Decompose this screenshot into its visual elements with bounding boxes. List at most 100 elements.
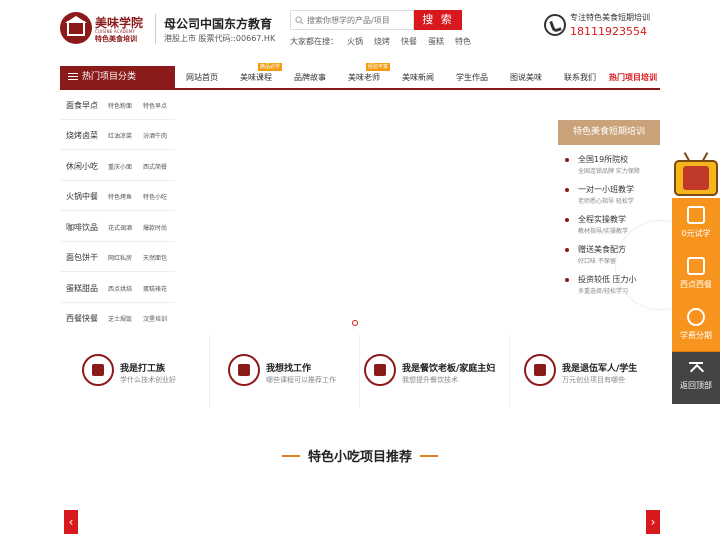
intent-card[interactable]: 我是退伍军人/学生 万元创业项目有哪些	[510, 334, 660, 408]
nav-item-courses[interactable]: 精品必学 美味课程	[240, 63, 283, 83]
calendar-icon	[687, 257, 705, 275]
sidebar-subcategory[interactable]: 西点烘焙	[108, 284, 132, 293]
hot-search-term[interactable]: 快餐	[401, 36, 417, 47]
sidebar-subcategory[interactable]: 特色早点	[143, 101, 167, 110]
nav-item-teachers[interactable]: 经验丰富 美味老师	[348, 63, 391, 83]
feature-subtitle: 好口味 不保留	[578, 258, 616, 265]
nav-item-news[interactable]: 美味新闻	[402, 72, 434, 83]
sidebar-row: 西餐快餐 芝士焗饭 汉堡培训	[60, 303, 175, 333]
feature-subtitle: 教材指导/实操教学	[578, 228, 629, 235]
search-input[interactable]	[307, 12, 411, 28]
nav-item-home[interactable]: 网站首页	[186, 72, 218, 83]
sidebar-category[interactable]: 蛋糕甜品	[66, 283, 98, 294]
intent-subtitle: 万元创业项目有哪些	[562, 376, 625, 384]
free-trial-button[interactable]: 0元试学	[672, 198, 720, 250]
intent-title: 我是退伍军人/学生	[562, 364, 638, 374]
sidebar-subcategory[interactable]: 特色烤鱼	[108, 192, 132, 201]
hot-search-term[interactable]: 烧烤	[374, 36, 390, 47]
intent-card[interactable]: 我是打工族 学什么技术创业好	[60, 334, 210, 408]
bullet-icon	[565, 218, 569, 222]
sidebar-row: 面食早点 特色粉面 特色早点	[60, 90, 175, 120]
sidebar-subcategory[interactable]: 西式简餐	[143, 162, 167, 171]
sidebar-category[interactable]: 面食早点	[66, 100, 98, 111]
hot-search-term[interactable]: 蛋糕	[428, 36, 444, 47]
feature-title: 全程实操教学	[578, 215, 626, 224]
site-logo[interactable]: 美味学院 CUISINE ACADEMY 特色美食培训	[60, 12, 150, 46]
soldier-icon	[524, 354, 556, 386]
hot-search-term[interactable]: 特色	[455, 36, 471, 47]
menu-icon	[68, 73, 78, 80]
sidebar-subcategory[interactable]: 蛋糕裱花	[143, 284, 167, 293]
nav-item-brand-story[interactable]: 品牌故事	[294, 72, 326, 83]
sidebar-subcategory[interactable]: 网红私房	[108, 253, 132, 262]
nav-item-contact[interactable]: 联系我们	[564, 72, 596, 83]
bullet-icon	[565, 158, 569, 162]
installment-button[interactable]: 学费分期	[672, 300, 720, 352]
feature-subtitle: 全国连锁品牌 实力保障	[578, 168, 640, 175]
sidebar-subcategory[interactable]: 汉堡培训	[143, 314, 167, 323]
stock-info: 港股上市 股票代码::00667.HK	[164, 34, 276, 43]
hero-banner[interactable]: 特色美食短期培训 全国19所院校 全国连锁品牌 实力保障 一对一小班教学 老师悉…	[175, 90, 705, 334]
coin-icon	[687, 308, 705, 326]
nav-item-student-works[interactable]: 学生作品	[456, 72, 488, 83]
sidebar-subcategory[interactable]: 花式调酒	[108, 223, 132, 232]
sidebar-subcategory[interactable]: 重庆小面	[108, 162, 132, 171]
hot-search-label: 大家都在搜：	[290, 37, 338, 46]
hot-search-term[interactable]: 火锅	[347, 36, 363, 47]
carousel-prev-button[interactable]: ‹	[64, 510, 78, 534]
phone-number[interactable]: 18111923554	[570, 25, 647, 38]
sidebar-row: 休闲小吃 重庆小面 西式简餐	[60, 151, 175, 181]
nav-badge: 精品必学	[258, 63, 283, 71]
sidebar-category[interactable]: 咖啡饮品	[66, 222, 98, 233]
parent-company: 母公司中国东方教育	[164, 17, 273, 31]
logo-mark-icon	[60, 12, 92, 44]
main-nav: 热门项目分类 网站首页 精品必学 美味课程 品牌故事 经验丰富 美味老师 美味新…	[60, 63, 660, 90]
lock-icon	[687, 206, 705, 224]
title-dash	[420, 455, 438, 457]
sidebar-category[interactable]: 西餐快餐	[66, 313, 98, 324]
sidebar-subcategory[interactable]: 红油凉菜	[108, 131, 132, 140]
recommend-section	[0, 408, 720, 540]
slider-indicator[interactable]	[352, 320, 358, 326]
category-menu-button[interactable]: 热门项目分类	[60, 66, 175, 88]
intent-subtitle: 我想提升餐饮技术	[402, 376, 458, 384]
site-header: 美味学院 CUISINE ACADEMY 特色美食培训 母公司中国东方教育 港股…	[0, 0, 720, 60]
feature-title: 全国19所院校	[578, 155, 629, 164]
intent-card[interactable]: 我想找工作 哪些课程可以推荐工作	[210, 334, 360, 408]
intent-title: 我是打工族	[120, 364, 166, 374]
intent-card[interactable]: 我是餐饮老板/家庭主妇 我想提升餐饮技术	[360, 334, 510, 408]
bullet-icon	[565, 248, 569, 252]
intent-cards: 我是打工族 学什么技术创业好 我想找工作 哪些课程可以推荐工作 我是餐饮老板/家…	[60, 334, 660, 408]
tv-mascot-icon[interactable]	[672, 152, 720, 198]
category-menu-label: 热门项目分类	[82, 72, 137, 82]
sidebar-category[interactable]: 火锅中餐	[66, 191, 98, 202]
sidebar-row: 烧烤卤菜 红油凉菜 汾酒牛肉	[60, 120, 175, 150]
sidebar-category[interactable]: 烧烤卤菜	[66, 130, 98, 141]
sidebar-subcategory[interactable]: 特色小吃	[143, 192, 167, 201]
nav-item-hot-training[interactable]: 热门项目培训	[609, 72, 657, 83]
sidebar-subcategory[interactable]: 芝士焗饭	[108, 314, 132, 323]
intent-title: 我想找工作	[266, 364, 312, 374]
sidebar-category[interactable]: 面包饼干	[66, 252, 98, 263]
nav-item-gallery[interactable]: 图说美味	[510, 72, 542, 83]
sidebar-subcategory[interactable]: 特色粉面	[108, 101, 132, 110]
feature-title: 投资较低 压力小	[578, 275, 637, 284]
sidebar-subcategory[interactable]: 汾酒牛肉	[143, 131, 167, 140]
back-top-icon	[689, 362, 703, 376]
back-to-top-button[interactable]: 返回顶部	[672, 352, 720, 404]
shop-icon	[364, 354, 396, 386]
sidebar-subcategory[interactable]: 爆款时尚	[143, 223, 167, 232]
search-button[interactable]: 搜 索	[414, 10, 462, 30]
sidebar-category[interactable]: 休闲小吃	[66, 161, 98, 172]
intent-subtitle: 学什么技术创业好	[120, 376, 176, 384]
brand-subtitle: 特色美食培训	[95, 35, 137, 43]
western-pastry-button[interactable]: 西点西餐	[672, 249, 720, 301]
hot-search-list: 大家都在搜： 火锅 烧烤 快餐 蛋糕 特色	[290, 36, 482, 47]
sidebar-subcategory[interactable]: 天然面包	[143, 253, 167, 262]
phone-tagline: 专注特色美食短期培训	[570, 13, 650, 22]
feature-subtitle: 多重选择/轻松学习	[578, 288, 629, 295]
worker-icon	[82, 354, 114, 386]
feature-subtitle: 老师悉心指导 轻松学	[578, 198, 634, 205]
carousel-next-button[interactable]: ›	[646, 510, 660, 534]
sidebar-row: 蛋糕甜品 西点烘焙 蛋糕裱花	[60, 273, 175, 303]
